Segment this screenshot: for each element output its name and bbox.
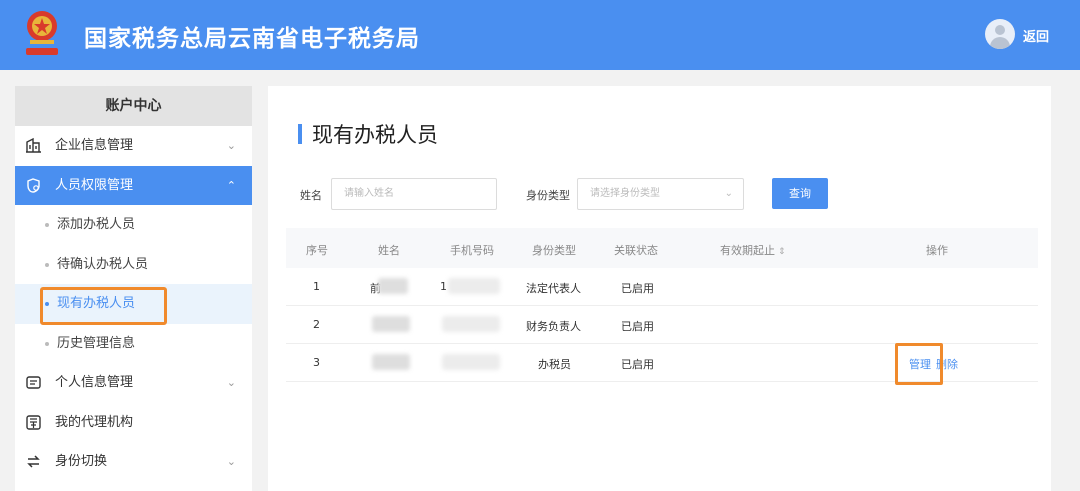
id-card-icon <box>25 374 42 391</box>
col-actions: 操作 <box>926 244 948 257</box>
sidebar-subitem-history[interactable]: 历史管理信息 <box>15 324 252 364</box>
sidebar-item-my-agency[interactable]: 我的代理机构 <box>15 403 252 443</box>
sidebar-item-identity-switch[interactable]: 身份切换 ⌄ <box>15 442 252 482</box>
type-label: 身份类型 <box>526 189 570 202</box>
app-header: 国家税务总局云南省电子税务局 返回 <box>0 0 1080 70</box>
sidebar-heading: 账户中心 <box>15 86 252 126</box>
table-row: 1 前 1 法定代表人 已启用 <box>286 268 1038 306</box>
query-button[interactable]: 查询 <box>772 178 828 209</box>
sidebar-item-personnel-permissions[interactable]: 人员权限管理 ⌃ <box>15 165 252 205</box>
sidebar-subitem-pending-tax-staff[interactable]: 待确认办税人员 <box>15 245 252 285</box>
user-icon <box>995 25 1005 35</box>
chevron-down-icon: ⌄ <box>724 188 733 199</box>
avatar[interactable] <box>985 19 1015 49</box>
col-name: 姓名 <box>378 244 400 257</box>
page-title: 现有办税人员 <box>312 123 438 147</box>
sidebar-subitem-add-tax-staff[interactable]: 添加办税人员 <box>15 205 252 245</box>
redacted-phone <box>442 354 500 370</box>
manage-link[interactable]: 管理 <box>909 356 931 372</box>
name-input[interactable]: 请输入姓名 <box>331 178 497 210</box>
app-title: 国家税务总局云南省电子税务局 <box>84 26 420 52</box>
col-index: 序号 <box>306 244 328 257</box>
staff-table: 序号 姓名 手机号码 身份类型 关联状态 有效期起止 ⇕ 操作 1 前 1 法定代… <box>286 228 1038 382</box>
agency-icon <box>25 414 42 431</box>
table-header: 序号 姓名 手机号码 身份类型 关联状态 有效期起止 ⇕ 操作 <box>286 228 1038 268</box>
sidebar-item-enterprise-info[interactable]: 企业信息管理 ⌄ <box>15 126 252 166</box>
redacted-name <box>372 316 410 332</box>
tax-emblem-icon <box>26 11 58 55</box>
redacted-phone <box>448 278 500 294</box>
chevron-down-icon: ⌄ <box>226 376 236 389</box>
type-select[interactable]: 请选择身份类型 ⌄ <box>577 178 744 210</box>
main-panel: 现有办税人员 姓名 请输入姓名 身份类型 请选择身份类型 ⌄ 查询 序号 姓名 … <box>268 86 1051 491</box>
chevron-down-icon: ⌄ <box>226 455 236 468</box>
sidebar-subitem-current-tax-staff[interactable]: 现有办税人员 <box>15 284 252 324</box>
col-phone: 手机号码 <box>450 244 494 257</box>
table-row: 2 财务负责人 已启用 <box>286 306 1038 344</box>
redacted-name <box>372 354 410 370</box>
building-icon <box>25 137 42 154</box>
sidebar-item-personal-info[interactable]: 个人信息管理 ⌄ <box>15 363 252 403</box>
title-accent-bar <box>298 124 302 144</box>
user-shield-icon <box>25 177 42 194</box>
switch-icon <box>25 453 42 470</box>
col-type: 身份类型 <box>532 244 576 257</box>
col-status: 关联状态 <box>614 244 658 257</box>
table-row: 3 办税员 已启用 管理 删除 <box>286 344 1038 382</box>
back-button[interactable]: 返回 <box>1023 26 1049 45</box>
chevron-down-icon: ⌄ <box>226 139 236 152</box>
chevron-up-icon: ⌃ <box>226 178 236 192</box>
redacted-name <box>378 278 408 294</box>
delete-link[interactable]: 删除 <box>936 356 958 372</box>
sort-icon[interactable]: ⇕ <box>778 247 786 257</box>
redacted-phone <box>442 316 500 332</box>
sidebar: 账户中心 企业信息管理 ⌄ 人员权限管理 ⌃ 添加办税人员 待确认办税人员 现有… <box>15 86 252 491</box>
col-validity[interactable]: 有效期起止 ⇕ <box>720 242 786 258</box>
name-label: 姓名 <box>300 189 322 202</box>
